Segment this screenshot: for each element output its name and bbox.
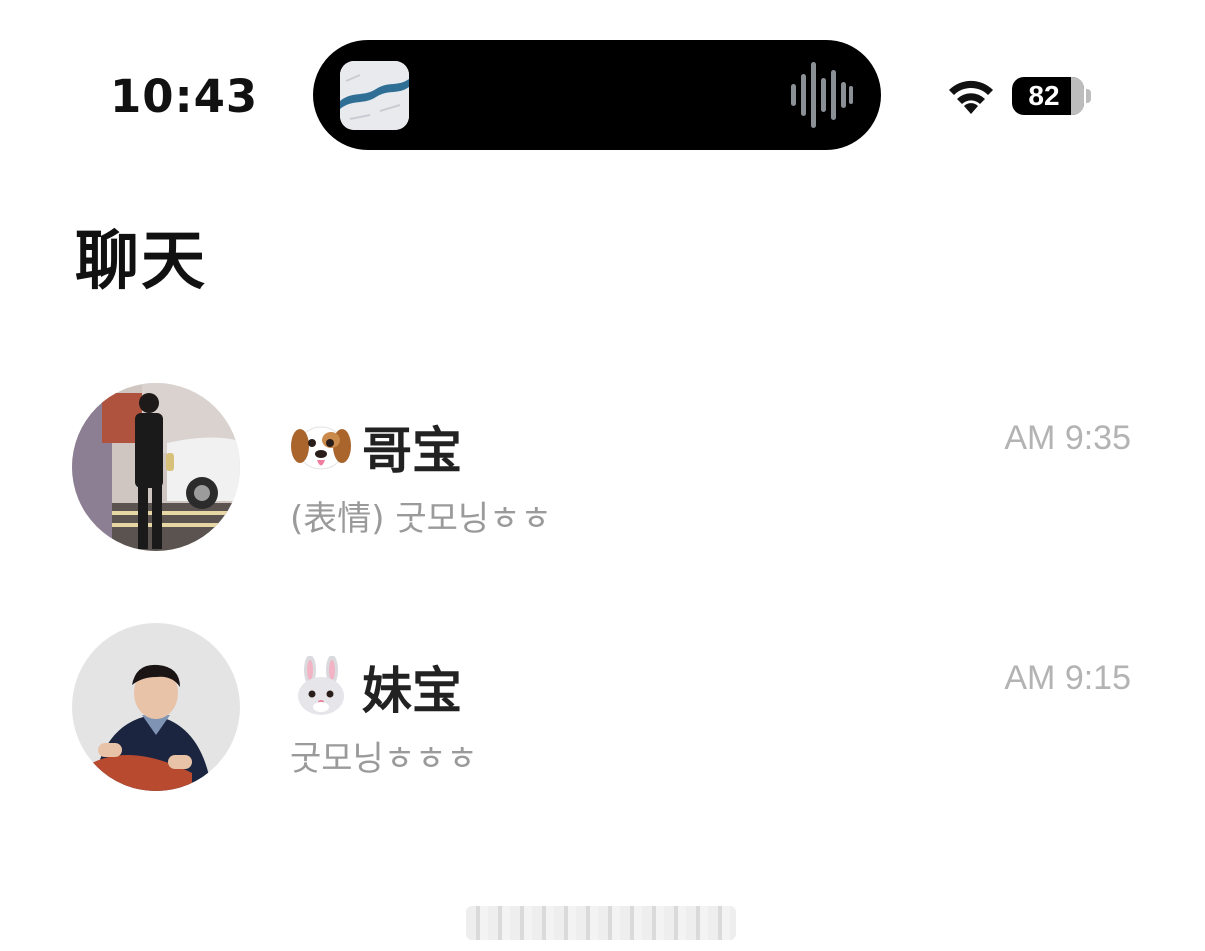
contact-name-line: 哥宝 <box>290 415 462 480</box>
last-message-time: AM 9:15 <box>1004 659 1131 697</box>
contact-name: 妹宝 <box>362 662 462 720</box>
battery-cap <box>1086 89 1091 103</box>
dog-face-icon <box>290 416 352 478</box>
chat-list-screen: 10:43 82 聊天 哥宝 AM 9:35 (表情) 굿모닝ㅎㅎ 妹宝 AM … <box>0 0 1205 951</box>
page-title: 聊天 <box>75 225 207 299</box>
dynamic-island[interactable] <box>313 40 881 150</box>
contact-name: 哥宝 <box>362 422 462 480</box>
avatar[interactable] <box>72 383 240 551</box>
avatar[interactable] <box>72 623 240 791</box>
chat-row-meibao[interactable]: 妹宝 AM 9:15 굿모닝ㅎㅎㅎ <box>0 623 1205 803</box>
last-message-preview: 굿모닝ㅎㅎㅎ <box>290 739 478 779</box>
rabbit-face-icon <box>290 656 352 718</box>
now-playing-artwork[interactable] <box>340 61 409 130</box>
bottom-redacted-strip <box>466 906 736 940</box>
wifi-icon <box>946 76 996 116</box>
contact-name-line: 妹宝 <box>290 655 462 720</box>
waveform-icon <box>789 62 853 128</box>
chat-row-gebao[interactable]: 哥宝 AM 9:35 (表情) 굿모닝ㅎㅎ <box>0 383 1205 563</box>
status-time: 10:43 <box>110 70 259 123</box>
last-message-time: AM 9:35 <box>1004 419 1131 457</box>
battery-percentage: 82 <box>1028 80 1060 111</box>
last-message-preview: (表情) 굿모닝ㅎㅎ <box>290 499 552 539</box>
battery-icon: 82 <box>1012 77 1084 115</box>
